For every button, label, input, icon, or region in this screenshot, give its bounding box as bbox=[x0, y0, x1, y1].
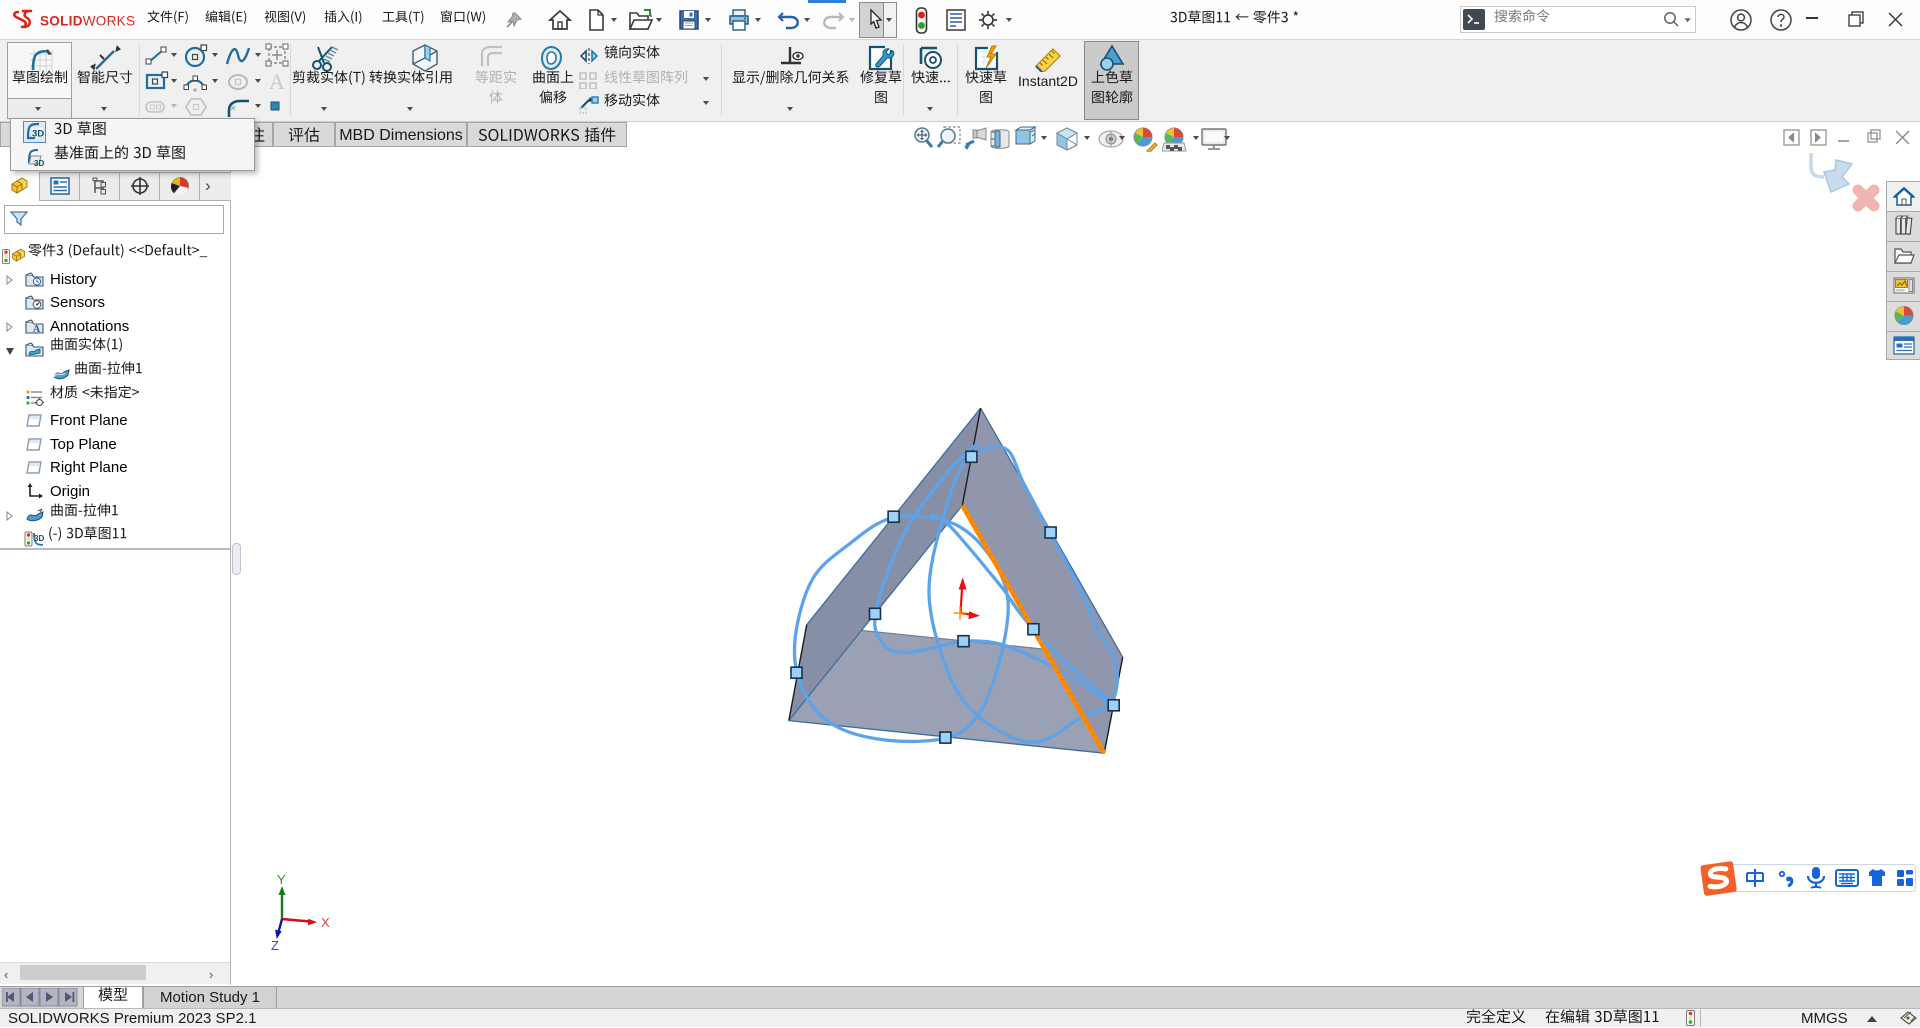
svg-text:Z: Z bbox=[271, 938, 279, 953]
svg-text:3D: 3D bbox=[34, 159, 44, 167]
svg-text:A: A bbox=[33, 324, 41, 335]
svg-text:3D: 3D bbox=[32, 129, 44, 140]
svg-text:3D: 3D bbox=[34, 534, 44, 543]
svg-text:X: X bbox=[321, 915, 330, 930]
svg-text:Y: Y bbox=[277, 872, 286, 887]
